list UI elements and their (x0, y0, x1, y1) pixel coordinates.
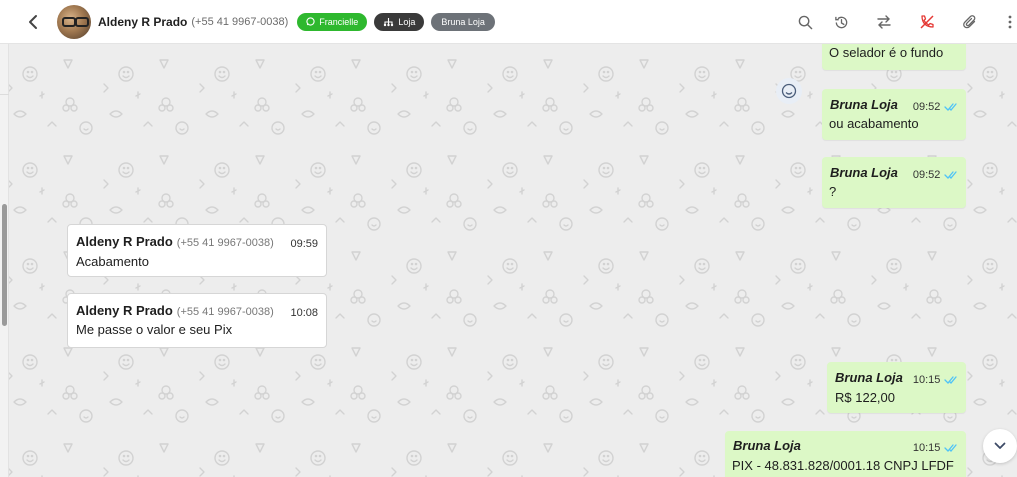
message-sender: Aldeny R Prado (76, 234, 173, 249)
message-outgoing[interactable]: Bruna Loja 10:15 PIX - 48.831.828/0001.1… (725, 431, 966, 477)
search-icon (798, 15, 812, 29)
history-icon (834, 16, 847, 28)
message-outgoing[interactable]: Bruna Loja 10:15 R$ 122,00 (827, 362, 966, 413)
tag-bruna-loja[interactable]: Bruna Loja (431, 12, 495, 31)
back-button[interactable] (22, 11, 44, 33)
avatar[interactable] (57, 4, 91, 39)
message-text: O selador é o fundo (829, 45, 944, 60)
message-outgoing[interactable]: O selador é o fundo (822, 44, 966, 70)
sitemap-icon (384, 17, 394, 26)
message-text: PIX - 48.831.828/0001.18 CNPJ LFDF (732, 458, 954, 473)
message-sender: Aldeny R Prado (76, 303, 173, 318)
tag-francielle[interactable]: Francielle (297, 12, 368, 31)
message-sender: Bruna Loja (830, 97, 898, 112)
contact-phone: (+55 41 9967-0038) (191, 15, 289, 28)
read-ticks-icon (944, 102, 957, 111)
read-ticks-icon (944, 170, 957, 179)
message-sender-phone: (+55 41 9967-0038) (176, 306, 274, 318)
tag-loja[interactable]: Loja (374, 12, 425, 31)
chat-header: Aldeny R Prado (+55 41 9967-0038) Franci… (0, 0, 1017, 44)
read-ticks-icon (944, 375, 957, 384)
message-time: 10:08 (290, 307, 318, 319)
more-button[interactable] (1003, 11, 1017, 33)
attach-button[interactable] (959, 11, 981, 33)
transfer-icon (877, 15, 891, 29)
message-text: ou acabamento (829, 116, 919, 131)
message-time: 09:52 (912, 169, 941, 181)
emoji-reaction-icon[interactable] (776, 78, 802, 104)
message-sender: Bruna Loja (830, 165, 898, 180)
whatsapp-icon (306, 17, 315, 26)
chevron-left-icon (29, 14, 37, 29)
chevron-down-icon (994, 442, 1006, 449)
message-sender: Bruna Loja (733, 438, 801, 453)
read-ticks-icon (944, 443, 957, 452)
chat-area[interactable]: O selador é o fundo Bruna Loja 09:52 ou … (0, 44, 1017, 477)
message-incoming[interactable]: Aldeny R Prado (+55 41 9967-0038) 09:59 A… (67, 224, 327, 277)
missed-call-icon (920, 15, 934, 29)
more-vertical-icon (1008, 15, 1012, 29)
search-button[interactable] (794, 11, 816, 33)
tag-label: Francielle (319, 16, 359, 27)
message-outgoing[interactable]: Bruna Loja 09:52 ? (822, 157, 966, 208)
message-time: 09:59 (290, 238, 318, 250)
message-incoming[interactable]: Aldeny R Prado (+55 41 9967-0038) 10:08 M… (67, 293, 327, 348)
end-call-button[interactable] (916, 11, 938, 33)
tag-label: Bruna Loja (441, 16, 485, 27)
message-sender-phone: (+55 41 9967-0038) (176, 237, 274, 249)
message-time: 10:15 (912, 374, 941, 386)
message-text: R$ 122,00 (835, 390, 895, 405)
history-button[interactable] (830, 11, 852, 33)
message-text: Me passe o valor e seu Pix (76, 322, 233, 337)
contact-name[interactable]: Aldeny R Prado (98, 15, 187, 29)
message-text: ? (829, 184, 837, 199)
scrollbar-thumb[interactable] (2, 204, 7, 326)
transfer-button[interactable] (873, 11, 895, 33)
scroll-to-bottom-button[interactable] (983, 429, 1017, 463)
message-time: 10:15 (912, 442, 941, 454)
left-panel-edge (0, 44, 9, 477)
paperclip-icon (963, 15, 976, 29)
tag-label: Loja (398, 16, 416, 27)
message-text: Acabamento (76, 254, 149, 269)
message-time: 09:52 (912, 101, 941, 113)
message-sender: Bruna Loja (835, 370, 903, 385)
message-outgoing[interactable]: Bruna Loja 09:52 ou acabamento (822, 89, 966, 140)
